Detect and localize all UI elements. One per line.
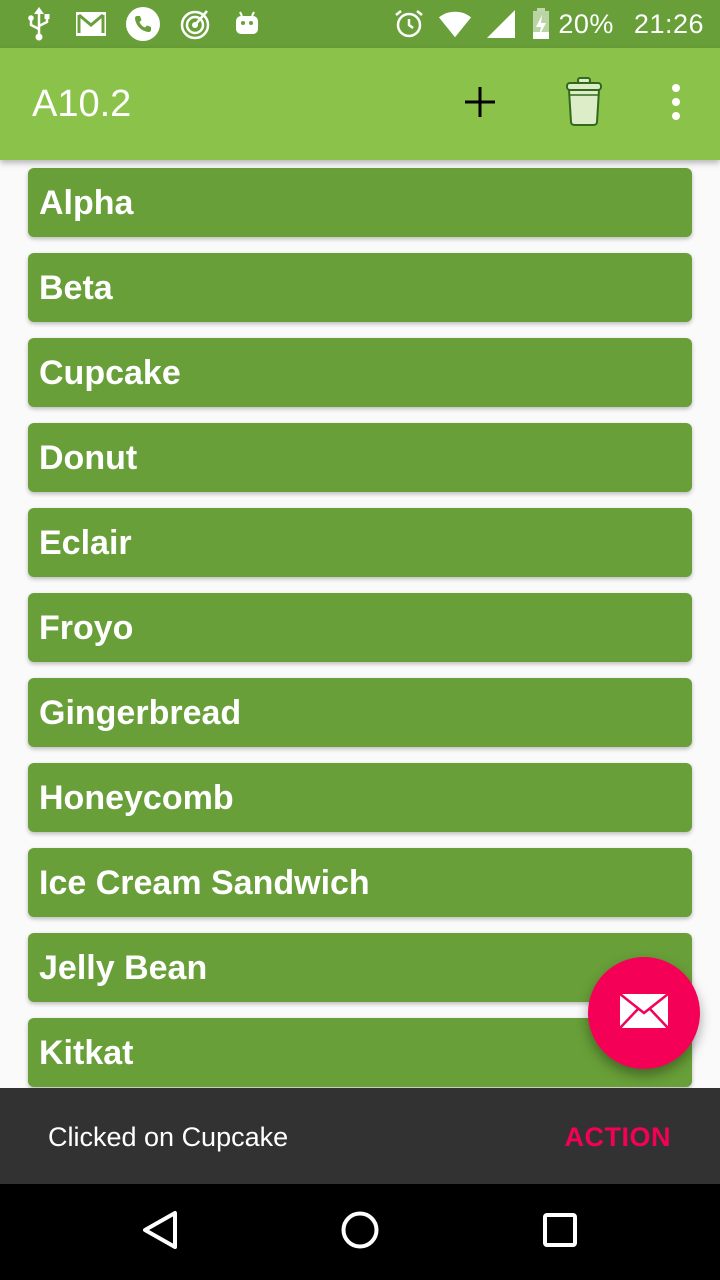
- add-icon: [465, 86, 495, 122]
- recents-button[interactable]: [530, 1202, 590, 1262]
- battery-charging-icon: [530, 6, 552, 42]
- usb-icon: [22, 6, 56, 42]
- list-item-label: Froyo: [39, 609, 134, 647]
- list-item-label: Honeycomb: [39, 779, 234, 817]
- clock: 21:26: [633, 8, 704, 39]
- home-icon: [340, 1210, 380, 1255]
- list-item-donut[interactable]: Donut: [28, 423, 692, 492]
- list-item-gingerbread[interactable]: Gingerbread: [28, 678, 692, 747]
- list-item-label: Beta: [39, 269, 113, 307]
- list-item-label: Gingerbread: [39, 694, 242, 732]
- snackbar-message: Clicked on Cupcake: [48, 1122, 289, 1152]
- back-icon: [142, 1210, 178, 1255]
- trash-icon: [565, 76, 603, 132]
- gmail-icon: [74, 6, 108, 42]
- wifi-icon: [438, 6, 472, 42]
- signal-icon: [484, 6, 518, 42]
- mail-icon: [619, 992, 669, 1034]
- app-bar: A10.2: [0, 48, 720, 160]
- delete-button[interactable]: [556, 76, 612, 132]
- status-bar: 20% 21:26: [0, 0, 720, 48]
- snackbar: Clicked on Cupcake ACTION: [0, 1088, 720, 1184]
- list-item-label: Kitkat: [39, 1034, 134, 1072]
- list-item-label: Jelly Bean: [39, 949, 208, 987]
- version-list[interactable]: Alpha Beta Cupcake Donut Eclair Froyo Gi…: [0, 160, 720, 1088]
- list-item-alpha[interactable]: Alpha: [28, 168, 692, 237]
- list-item-label: Cupcake: [39, 354, 181, 392]
- android-icon: [230, 6, 264, 42]
- app-title: A10.2: [32, 83, 132, 125]
- recents-icon: [542, 1212, 578, 1253]
- overflow-menu-button[interactable]: [648, 76, 704, 132]
- snackbar-action-button[interactable]: ACTION: [565, 1088, 672, 1186]
- navigation-bar: [0, 1184, 720, 1280]
- list-item-beta[interactable]: Beta: [28, 253, 692, 322]
- list-item-label: Alpha: [39, 184, 134, 222]
- overflow-menu-icon: [671, 83, 681, 125]
- list-item-honeycomb[interactable]: Honeycomb: [28, 763, 692, 832]
- list-item-eclair[interactable]: Eclair: [28, 508, 692, 577]
- list-item-cupcake[interactable]: Cupcake: [28, 338, 692, 407]
- battery-percent: 20%: [558, 8, 614, 39]
- list-item-ice-cream-sandwich[interactable]: Ice Cream Sandwich: [28, 848, 692, 917]
- send-mail-fab[interactable]: [588, 957, 700, 1069]
- home-button[interactable]: [330, 1202, 390, 1262]
- add-button[interactable]: [452, 76, 508, 132]
- list-item-label: Ice Cream Sandwich: [39, 864, 370, 902]
- list-item-label: Donut: [39, 439, 138, 477]
- radar-icon: [178, 6, 212, 42]
- list-item-label: Eclair: [39, 524, 132, 562]
- list-item-froyo[interactable]: Froyo: [28, 593, 692, 662]
- back-button[interactable]: [130, 1202, 190, 1262]
- phone-icon: [126, 6, 160, 42]
- alarm-icon: [392, 6, 426, 42]
